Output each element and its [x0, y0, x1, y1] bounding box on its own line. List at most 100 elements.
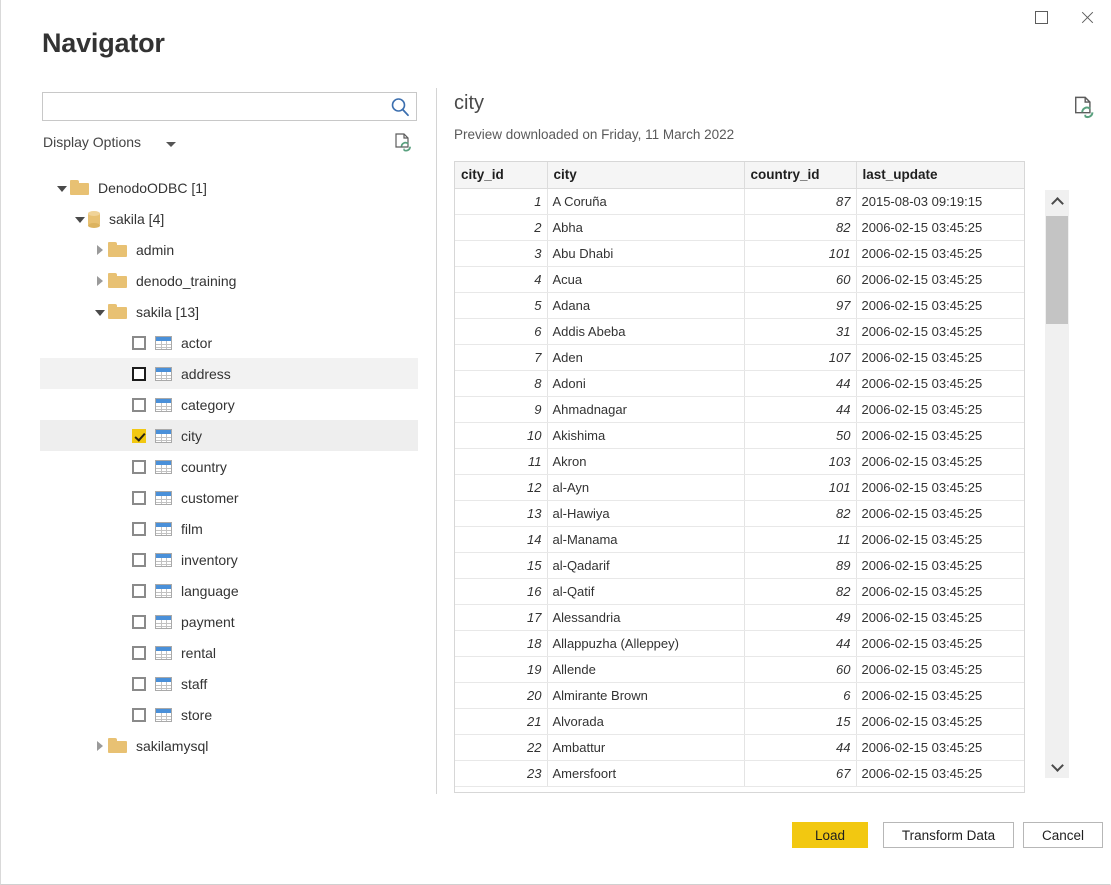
column-header-country_id[interactable]: country_id [744, 162, 856, 188]
display-options-button[interactable]: Display Options [43, 134, 141, 150]
cell-city_id: 7 [455, 344, 547, 370]
tree-item-denodo_training[interactable]: denodo_training [40, 265, 418, 296]
table-row: 11Akron1032006-02-15 03:45:25 [455, 448, 1024, 474]
tree-item-checkbox[interactable] [132, 429, 146, 443]
table-row: 4Acua602006-02-15 03:45:25 [455, 266, 1024, 292]
column-header-city[interactable]: city [547, 162, 744, 188]
tree-item-checkbox[interactable] [132, 460, 146, 474]
tree-item-city[interactable]: city [40, 420, 418, 451]
close-button[interactable] [1064, 0, 1110, 34]
cell-city: Abha [547, 214, 744, 240]
tree-item-denodoodbc[interactable]: DenodoODBC [1] [40, 172, 418, 203]
cell-city_id: 20 [455, 682, 547, 708]
cell-country_id: 44 [744, 370, 856, 396]
scroll-down-button[interactable] [1045, 756, 1069, 778]
tree-item-label: staff [181, 676, 207, 692]
tree-item-inventory[interactable]: inventory [40, 544, 418, 575]
cell-last_update: 2006-02-15 03:45:25 [856, 656, 1024, 682]
spacer [127, 745, 136, 746]
tree-item-film[interactable]: film [40, 513, 418, 544]
tree-item-checkbox[interactable] [132, 398, 146, 412]
tree-indent [40, 559, 112, 560]
table-row: 3Abu Dhabi1012006-02-15 03:45:25 [455, 240, 1024, 266]
expander-expanded-icon[interactable] [72, 203, 88, 234]
cell-city_id: 4 [455, 266, 547, 292]
load-button[interactable]: Load [792, 822, 868, 848]
cell-country_id: 97 [744, 292, 856, 318]
expander-collapsed-icon[interactable] [92, 265, 108, 296]
table-icon [155, 677, 172, 691]
tree-item-rental[interactable]: rental [40, 637, 418, 668]
tree-item-checkbox[interactable] [132, 553, 146, 567]
tree-indent [40, 187, 54, 188]
transform-data-button[interactable]: Transform Data [883, 822, 1014, 848]
page-title: Navigator [42, 28, 165, 59]
tree-item-category[interactable]: category [40, 389, 418, 420]
expander-collapsed-icon[interactable] [92, 730, 108, 761]
tree-item-customer[interactable]: customer [40, 482, 418, 513]
scroll-up-button[interactable] [1045, 190, 1069, 212]
tree-indent [40, 249, 92, 250]
search-input[interactable] [47, 94, 387, 119]
expander-collapsed-icon[interactable] [92, 234, 108, 265]
spacer [172, 621, 181, 622]
spacer [172, 590, 181, 591]
cell-last_update: 2006-02-15 03:45:25 [856, 318, 1024, 344]
tree-item-staff[interactable]: staff [40, 668, 418, 699]
search-icon[interactable] [389, 96, 411, 118]
tree-item-admin[interactable]: admin [40, 234, 418, 265]
spacer [172, 559, 181, 560]
tree-item-sakila[interactable]: sakila [4] [40, 203, 418, 234]
chevron-down-icon[interactable] [166, 142, 176, 147]
expander-spacer [112, 637, 128, 668]
tree-item-checkbox[interactable] [132, 336, 146, 350]
tree-item-label: country [181, 459, 227, 475]
tree-item-checkbox[interactable] [132, 708, 146, 722]
cell-last_update: 2006-02-15 03:45:25 [856, 526, 1024, 552]
tree-item-payment[interactable]: payment [40, 606, 418, 637]
maximize-button[interactable] [1018, 0, 1064, 34]
column-header-city_id[interactable]: city_id [455, 162, 547, 188]
tree-item-checkbox[interactable] [132, 491, 146, 505]
expander-spacer [112, 575, 128, 606]
tree-item-sakila[interactable]: sakila [13] [40, 296, 418, 327]
tree-item-language[interactable]: language [40, 575, 418, 606]
document-refresh-icon[interactable] [1072, 95, 1096, 126]
expander-expanded-icon[interactable] [54, 172, 70, 203]
expander-spacer [112, 358, 128, 389]
cell-city: Allappuzha (Alleppey) [547, 630, 744, 656]
column-header-last_update[interactable]: last_update [856, 162, 1024, 188]
cell-last_update: 2006-02-15 03:45:25 [856, 448, 1024, 474]
tree-item-country[interactable]: country [40, 451, 418, 482]
document-refresh-icon[interactable] [393, 132, 413, 159]
cell-city: Abu Dhabi [547, 240, 744, 266]
scrollbar-thumb[interactable] [1046, 216, 1068, 324]
cell-country_id: 103 [744, 448, 856, 474]
tree-item-sakilamysql[interactable]: sakilamysql [40, 730, 418, 761]
expander-expanded-icon[interactable] [92, 296, 108, 327]
pane-splitter[interactable] [436, 88, 437, 794]
tree-item-checkbox[interactable] [132, 584, 146, 598]
table-icon [155, 460, 172, 474]
tree-item-actor[interactable]: actor [40, 327, 418, 358]
tree-item-checkbox[interactable] [132, 367, 146, 381]
navigator-dialog: Navigator Display Options [0, 0, 1111, 885]
cancel-button[interactable]: Cancel [1023, 822, 1103, 848]
cell-city_id: 10 [455, 422, 547, 448]
tree-item-checkbox[interactable] [132, 522, 146, 536]
search-box[interactable] [42, 92, 417, 121]
tree-item-checkbox[interactable] [132, 646, 146, 660]
preview-subtitle: Preview downloaded on Friday, 11 March 2… [454, 127, 734, 142]
close-icon [1080, 10, 1095, 25]
preview-vertical-scrollbar[interactable] [1045, 190, 1069, 778]
cell-country_id: 87 [744, 188, 856, 214]
tree-item-checkbox[interactable] [132, 615, 146, 629]
tree-item-address[interactable]: address [40, 358, 418, 389]
cell-city_id: 8 [455, 370, 547, 396]
cell-city_id: 14 [455, 526, 547, 552]
tree-item-checkbox[interactable] [132, 677, 146, 691]
cell-country_id: 49 [744, 604, 856, 630]
tree-item-store[interactable]: store [40, 699, 418, 730]
cell-country_id: 67 [744, 760, 856, 786]
cell-city: al-Manama [547, 526, 744, 552]
